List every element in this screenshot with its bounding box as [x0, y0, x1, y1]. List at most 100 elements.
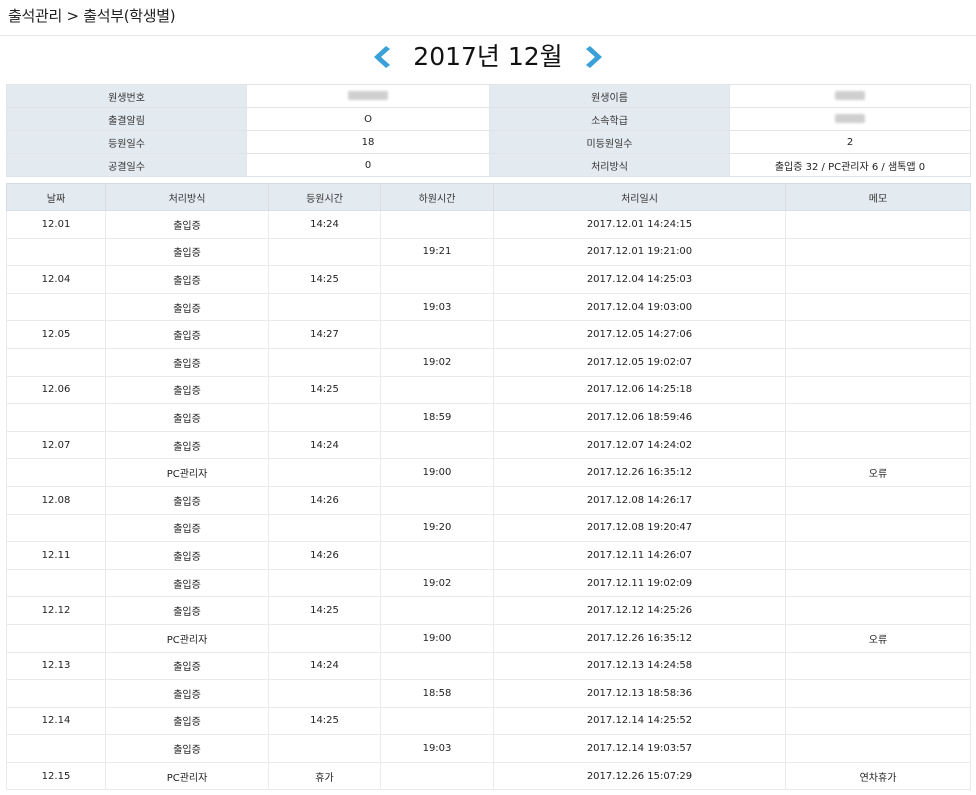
checkin-cell: 14:27 — [268, 320, 381, 349]
attendance-table: 날짜 처리방식 등원시간 하원시간 처리일시 메모 12.01 출입증 14:24 2… — [6, 183, 971, 791]
checkin-cell: 14:26 — [268, 541, 381, 570]
processed-at-cell: 2017.12.05 19:02:07 — [493, 347, 786, 377]
checkout-cell — [380, 761, 494, 791]
method-cell: 출입증 — [105, 706, 269, 736]
checkin-cell — [268, 568, 381, 598]
method-cell: PC관리자 — [105, 458, 269, 487]
memo-cell — [785, 210, 971, 239]
memo-cell — [785, 568, 971, 598]
table-row: 12.14 출입증 14:25 2017.12.14 14:25:52 — [6, 706, 971, 736]
alert-value: O — [246, 107, 490, 131]
table-row: 출입증 18:59 2017.12.06 18:59:46 — [6, 403, 971, 432]
checkout-cell: 19:03 — [380, 292, 494, 322]
prev-month-button[interactable] — [368, 42, 394, 72]
checkin-cell: 휴가 — [268, 761, 381, 791]
table-row: PC관리자 19:00 2017.12.26 16:35:12 오류 — [6, 623, 971, 653]
checkout-cell — [380, 320, 494, 349]
month-navigator: 2017년 12월 — [0, 40, 976, 80]
date-cell: 12.05 — [6, 320, 106, 349]
table-row: 12.11 출입증 14:26 2017.12.11 14:26:07 — [6, 541, 971, 570]
table-row: 출입증 19:02 2017.12.11 19:02:09 — [6, 568, 971, 598]
memo-cell — [785, 706, 971, 736]
checkin-cell — [268, 347, 381, 377]
header-processed-at: 처리일시 — [493, 183, 786, 211]
chevron-right-icon — [585, 46, 602, 68]
method-cell: 출입증 — [105, 568, 269, 598]
method-value: 출입증 32 / PC관리자 6 / 샘톡앱 0 — [729, 153, 971, 177]
date-cell — [6, 292, 106, 322]
date-cell — [6, 734, 106, 763]
absent-days-label: 미등원일수 — [489, 130, 730, 154]
memo-cell: 오류 — [785, 623, 971, 653]
memo-cell — [785, 541, 971, 570]
table-row: 12.04 출입증 14:25 2017.12.04 14:25:03 — [6, 265, 971, 294]
memo-cell — [785, 651, 971, 681]
table-row: 출입증 19:21 2017.12.01 19:21:00 — [6, 237, 971, 267]
processed-at-cell: 2017.12.14 14:25:52 — [493, 706, 786, 736]
method-cell: PC관리자 — [105, 761, 269, 791]
table-row: 12.15 PC관리자 휴가 2017.12.26 15:07:29 연차휴가 — [6, 761, 971, 791]
checkin-cell — [268, 237, 381, 267]
student-no-value — [246, 84, 490, 108]
checkin-cell — [268, 458, 381, 487]
processed-at-cell: 2017.12.11 19:02:09 — [493, 568, 786, 598]
date-cell — [6, 568, 106, 598]
date-cell — [6, 347, 106, 377]
date-cell: 12.06 — [6, 375, 106, 405]
checkout-cell — [380, 651, 494, 681]
checkin-cell — [268, 513, 381, 543]
checkin-cell — [268, 734, 381, 763]
checkout-cell — [380, 430, 494, 460]
date-cell — [6, 623, 106, 653]
next-month-button[interactable] — [582, 42, 608, 72]
processed-at-cell: 2017.12.14 19:03:57 — [493, 734, 786, 763]
date-cell — [6, 679, 106, 708]
table-row: 12.08 출입증 14:26 2017.12.08 14:26:17 — [6, 485, 971, 515]
table-row: 12.01 출입증 14:24 2017.12.01 14:24:15 — [6, 210, 971, 239]
processed-at-cell: 2017.12.07 14:24:02 — [493, 430, 786, 460]
date-cell: 12.11 — [6, 541, 106, 570]
checkout-cell: 19:02 — [380, 568, 494, 598]
checkin-cell: 14:25 — [268, 375, 381, 405]
date-cell: 12.12 — [6, 596, 106, 625]
date-cell — [6, 403, 106, 432]
absent-days-value: 2 — [729, 130, 971, 154]
date-cell — [6, 513, 106, 543]
date-cell — [6, 237, 106, 267]
checkout-cell — [380, 596, 494, 625]
method-cell: 출입증 — [105, 347, 269, 377]
breadcrumb: 출석관리 > 출석부(학생별) — [8, 7, 176, 25]
method-cell: PC관리자 — [105, 623, 269, 653]
checkout-cell — [380, 375, 494, 405]
memo-cell — [785, 734, 971, 763]
class-label: 소속학급 — [489, 107, 730, 131]
method-cell: 출입증 — [105, 679, 269, 708]
date-cell: 12.08 — [6, 485, 106, 515]
memo-cell — [785, 265, 971, 294]
date-cell: 12.07 — [6, 430, 106, 460]
header-method: 처리방식 — [105, 183, 269, 211]
method-cell: 출입증 — [105, 513, 269, 543]
checkout-cell: 19:02 — [380, 347, 494, 377]
checkin-cell — [268, 623, 381, 653]
memo-cell — [785, 347, 971, 377]
processed-at-cell: 2017.12.05 14:27:06 — [493, 320, 786, 349]
processed-at-cell: 2017.12.12 14:25:26 — [493, 596, 786, 625]
processed-at-cell: 2017.12.13 18:58:36 — [493, 679, 786, 708]
memo-cell — [785, 375, 971, 405]
method-cell: 출입증 — [105, 292, 269, 322]
method-cell: 출입증 — [105, 485, 269, 515]
memo-cell — [785, 679, 971, 708]
header-date: 날짜 — [6, 183, 106, 211]
processed-at-cell: 2017.12.26 16:35:12 — [493, 623, 786, 653]
checkout-cell: 18:59 — [380, 403, 494, 432]
table-row: 12.07 출입증 14:24 2017.12.07 14:24:02 — [6, 430, 971, 460]
memo-cell — [785, 237, 971, 267]
method-cell: 출입증 — [105, 596, 269, 625]
memo-cell — [785, 430, 971, 460]
class-value — [729, 107, 971, 131]
method-cell: 출입증 — [105, 734, 269, 763]
memo-cell — [785, 292, 971, 322]
date-cell — [6, 458, 106, 487]
processed-at-cell: 2017.12.04 19:03:00 — [493, 292, 786, 322]
